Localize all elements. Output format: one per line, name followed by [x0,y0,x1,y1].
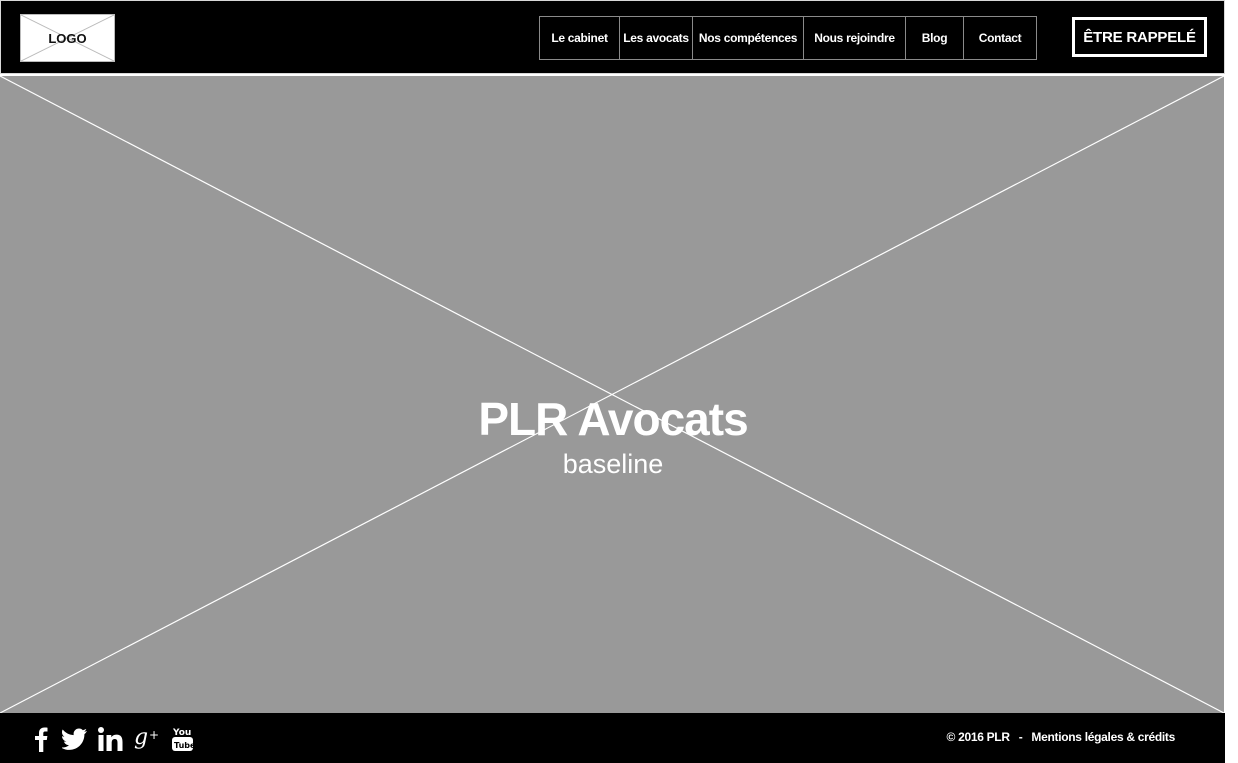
svg-text:You: You [172,728,191,738]
callback-button[interactable]: ÊTRE RAPPELÉ [1072,17,1207,57]
facebook-icon[interactable] [30,726,52,757]
svg-text:+: + [149,728,159,742]
nav-item-nos-competences[interactable]: Nos compétences [693,17,804,59]
twitter-icon[interactable] [61,728,88,755]
svg-text:Tube: Tube [174,741,194,750]
logo-text: LOGO [48,30,87,46]
google-plus-icon[interactable]: g + [134,725,162,758]
nav-item-nous-rejoindre[interactable]: Nous rejoindre [804,17,906,59]
legal-notice-link[interactable]: Mentions légales & crédits [1031,730,1175,744]
site-header: LOGO Le cabinet Les avocats Nos compéten… [0,0,1225,74]
social-links: g + You Tube [30,725,204,758]
footer-separator: - [1018,730,1023,744]
nav-item-les-avocats[interactable]: Les avocats [620,17,693,59]
copyright-text: © 2016 PLR [946,730,1011,744]
main-nav: Le cabinet Les avocats Nos compétences N… [539,16,1037,60]
hero-banner: PLR Avocats baseline [0,76,1224,713]
nav-item-contact[interactable]: Contact [964,17,1036,59]
nav-item-blog[interactable]: Blog [906,17,964,59]
svg-text:g: g [134,725,148,750]
linkedin-icon[interactable] [98,727,124,756]
site-footer: g + You Tube © 2016 PLR - Mentions légales… [0,713,1225,763]
nav-item-le-cabinet[interactable]: Le cabinet [540,17,620,59]
hero-baseline: baseline [562,449,664,479]
hero-title: PLR Avocats [478,393,748,445]
logo-placeholder[interactable]: LOGO [20,14,115,62]
footer-legal: © 2016 PLR - Mentions légales & crédits [947,730,1176,744]
youtube-icon[interactable]: You Tube [172,725,196,758]
